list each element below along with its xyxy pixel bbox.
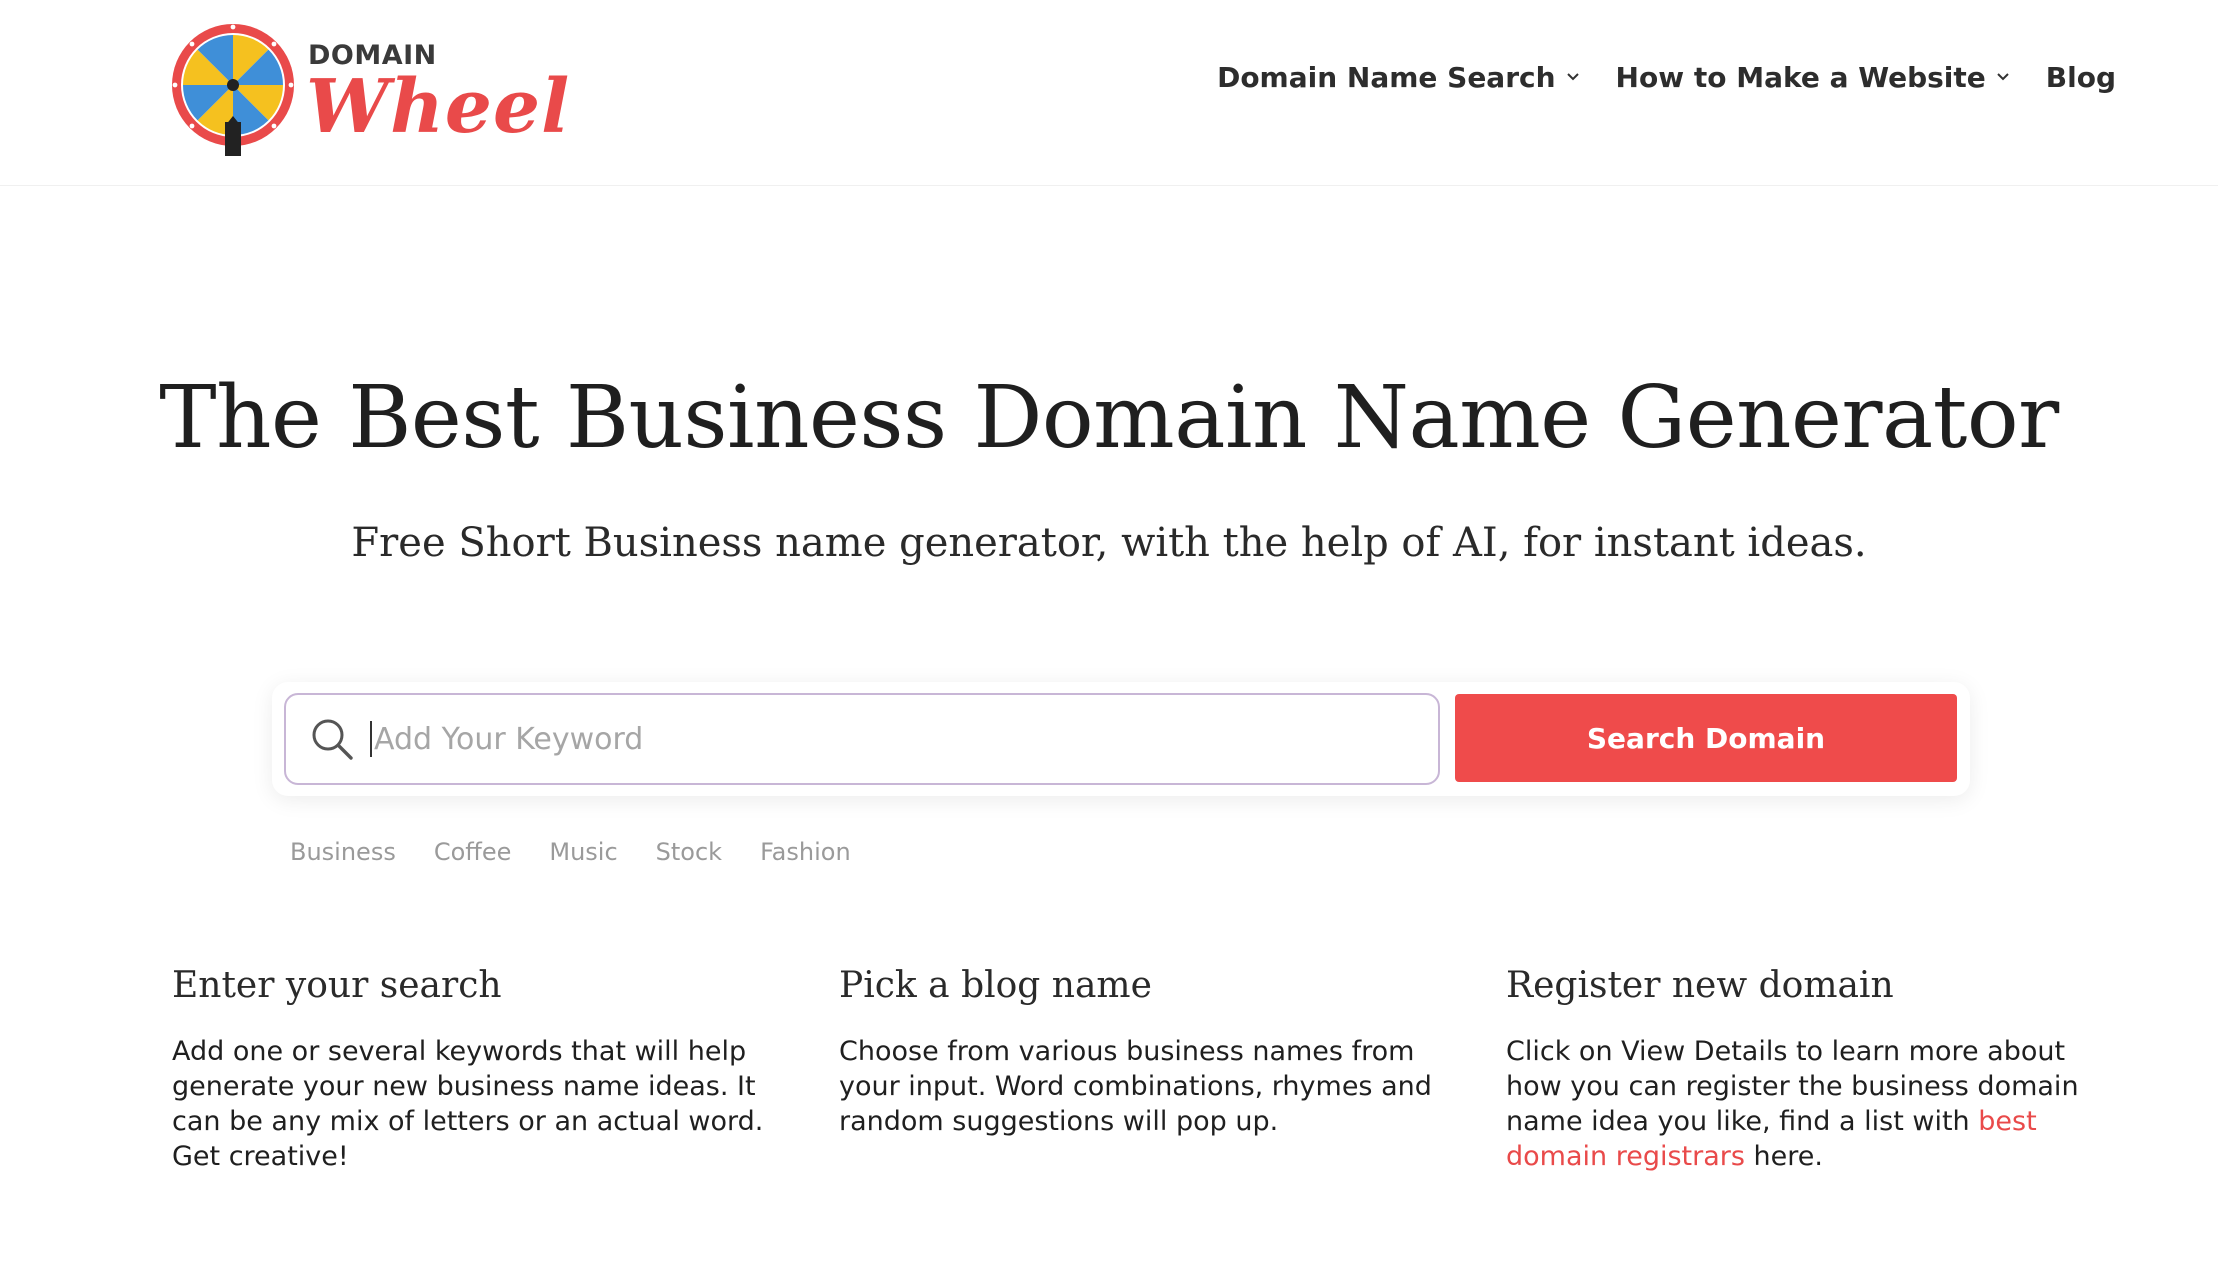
step-pick-name: Pick a blog name Choose from various bus… [839, 965, 1439, 1139]
step-text: Click on View Details to learn more abou… [1506, 1034, 2106, 1174]
nav-label: Blog [2045, 60, 2116, 94]
step-title: Register new domain [1506, 965, 1894, 1006]
keyword-tag[interactable]: Coffee [434, 838, 512, 866]
search-card: Search Domain [272, 682, 1970, 796]
text-caret [370, 721, 372, 757]
step-text-after: here. [1744, 1141, 1823, 1172]
step-enter-search: Enter your search Add one or several key… [172, 965, 772, 1174]
step-text: Choose from various business names from … [839, 1036, 1432, 1137]
site-header: DOMAIN Wheel Domain Name Search How to M… [0, 0, 2218, 186]
keyword-tag[interactable]: Fashion [760, 838, 851, 866]
step-text: Add one or several keywords that will he… [172, 1036, 764, 1172]
page-subtitle: Free Short Business name generator, with… [351, 520, 1867, 566]
site-logo[interactable]: DOMAIN Wheel [170, 22, 569, 157]
search-input[interactable] [374, 709, 1374, 769]
step-title: Enter your search [172, 965, 502, 1006]
page-title: The Best Business Domain Name Generator [159, 368, 2059, 468]
nav-blog[interactable]: Blog [2046, 61, 2116, 94]
keyword-tag[interactable]: Stock [656, 838, 722, 866]
keyword-tag[interactable]: Business [290, 838, 396, 866]
chevron-down-icon [1997, 73, 2009, 81]
step-register-domain: Register new domain Click on View Detail… [1506, 965, 2106, 1174]
chevron-down-icon [1566, 73, 1579, 81]
search-domain-button[interactable]: Search Domain [1455, 694, 1957, 782]
step-title: Pick a blog name [839, 965, 1152, 1006]
nav-domain-name-search[interactable]: Domain Name Search [1217, 61, 1579, 94]
keyword-tag[interactable]: Music [549, 838, 617, 866]
suggested-keywords: Business Coffee Music Stock Fashion [290, 838, 851, 866]
nav-how-to-make-a-website[interactable]: How to Make a Website [1616, 61, 2010, 94]
main-nav: Domain Name Search How to Make a Website… [1217, 56, 2116, 98]
nav-label: How to Make a Website [1615, 60, 1986, 94]
nav-label: Domain Name Search [1217, 60, 1556, 94]
logo-main-text: Wheel [306, 64, 571, 150]
search-icon [312, 719, 353, 760]
search-field[interactable] [284, 693, 1440, 785]
wheel-logo-icon [172, 24, 294, 156]
